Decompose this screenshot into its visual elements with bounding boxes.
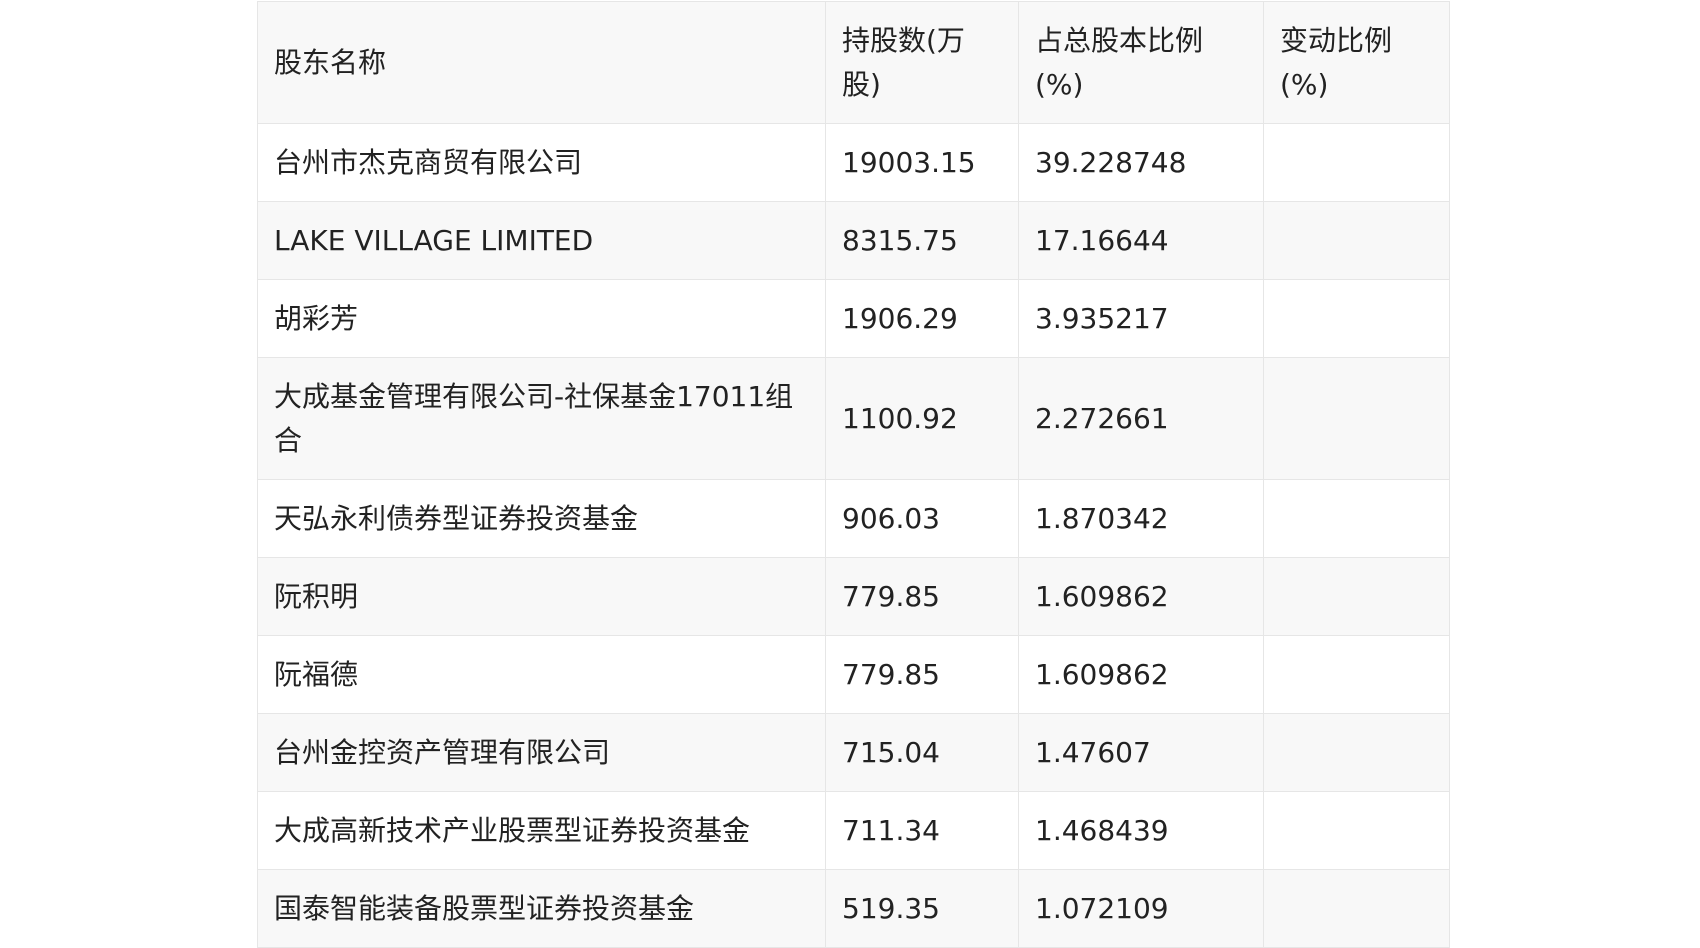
cell-change (1263, 713, 1450, 792)
cell-name: 胡彩芳 (257, 279, 826, 358)
cell-change (1263, 635, 1450, 714)
cell-pct: 1.47607 (1018, 713, 1264, 792)
cell-change (1263, 479, 1450, 558)
cell-pct: 39.228748 (1018, 123, 1264, 202)
header-name: 股东名称 (257, 1, 826, 124)
table-row: 台州金控资产管理有限公司 715.04 1.47607 (257, 713, 1450, 792)
cell-shares: 779.85 (825, 635, 1019, 714)
table-row: 大成基金管理有限公司-社保基金17011组合 1100.92 2.272661 (257, 357, 1450, 480)
cell-pct: 1.870342 (1018, 479, 1264, 558)
cell-pct: 2.272661 (1018, 357, 1264, 480)
cell-change (1263, 201, 1450, 280)
cell-change (1263, 869, 1450, 948)
cell-shares: 711.34 (825, 791, 1019, 870)
cell-name: 阮积明 (257, 557, 826, 636)
cell-pct: 3.935217 (1018, 279, 1264, 358)
cell-change (1263, 557, 1450, 636)
page: 股东名称 持股数(万股) 占总股本比例(%) 变动比例(%) 台州市杰克商贸有限… (0, 0, 1700, 948)
table-row: 天弘永利债券型证券投资基金 906.03 1.870342 (257, 479, 1450, 558)
cell-name: 台州金控资产管理有限公司 (257, 713, 826, 792)
cell-pct: 1.072109 (1018, 869, 1264, 948)
cell-pct: 17.16644 (1018, 201, 1264, 280)
cell-pct: 1.609862 (1018, 557, 1264, 636)
table-row: LAKE VILLAGE LIMITED 8315.75 17.16644 (257, 201, 1450, 280)
cell-shares: 715.04 (825, 713, 1019, 792)
cell-shares: 779.85 (825, 557, 1019, 636)
shareholders-table: 股东名称 持股数(万股) 占总股本比例(%) 变动比例(%) 台州市杰克商贸有限… (257, 1, 1450, 948)
table-row: 台州市杰克商贸有限公司 19003.15 39.228748 (257, 123, 1450, 202)
cell-shares: 906.03 (825, 479, 1019, 558)
cell-name: 天弘永利债券型证券投资基金 (257, 479, 826, 558)
cell-shares: 1906.29 (825, 279, 1019, 358)
cell-name: 大成基金管理有限公司-社保基金17011组合 (257, 357, 826, 480)
table-row: 阮积明 779.85 1.609862 (257, 557, 1450, 636)
cell-pct: 1.468439 (1018, 791, 1264, 870)
header-shares: 持股数(万股) (825, 1, 1019, 124)
cell-shares: 1100.92 (825, 357, 1019, 480)
cell-name: 国泰智能装备股票型证券投资基金 (257, 869, 826, 948)
cell-name: 台州市杰克商贸有限公司 (257, 123, 826, 202)
table-header-row: 股东名称 持股数(万股) 占总股本比例(%) 变动比例(%) (257, 1, 1450, 124)
table-row: 阮福德 779.85 1.609862 (257, 635, 1450, 714)
cell-pct: 1.609862 (1018, 635, 1264, 714)
header-pct: 占总股本比例(%) (1018, 1, 1264, 124)
cell-change (1263, 791, 1450, 870)
cell-shares: 519.35 (825, 869, 1019, 948)
cell-name: 阮福德 (257, 635, 826, 714)
table-row: 胡彩芳 1906.29 3.935217 (257, 279, 1450, 358)
cell-change (1263, 279, 1450, 358)
cell-shares: 19003.15 (825, 123, 1019, 202)
cell-name: 大成高新技术产业股票型证券投资基金 (257, 791, 826, 870)
table-row: 国泰智能装备股票型证券投资基金 519.35 1.072109 (257, 869, 1450, 948)
cell-name: LAKE VILLAGE LIMITED (257, 201, 826, 280)
header-change: 变动比例(%) (1263, 1, 1450, 124)
cell-change (1263, 357, 1450, 480)
table-row: 大成高新技术产业股票型证券投资基金 711.34 1.468439 (257, 791, 1450, 870)
cell-shares: 8315.75 (825, 201, 1019, 280)
cell-change (1263, 123, 1450, 202)
